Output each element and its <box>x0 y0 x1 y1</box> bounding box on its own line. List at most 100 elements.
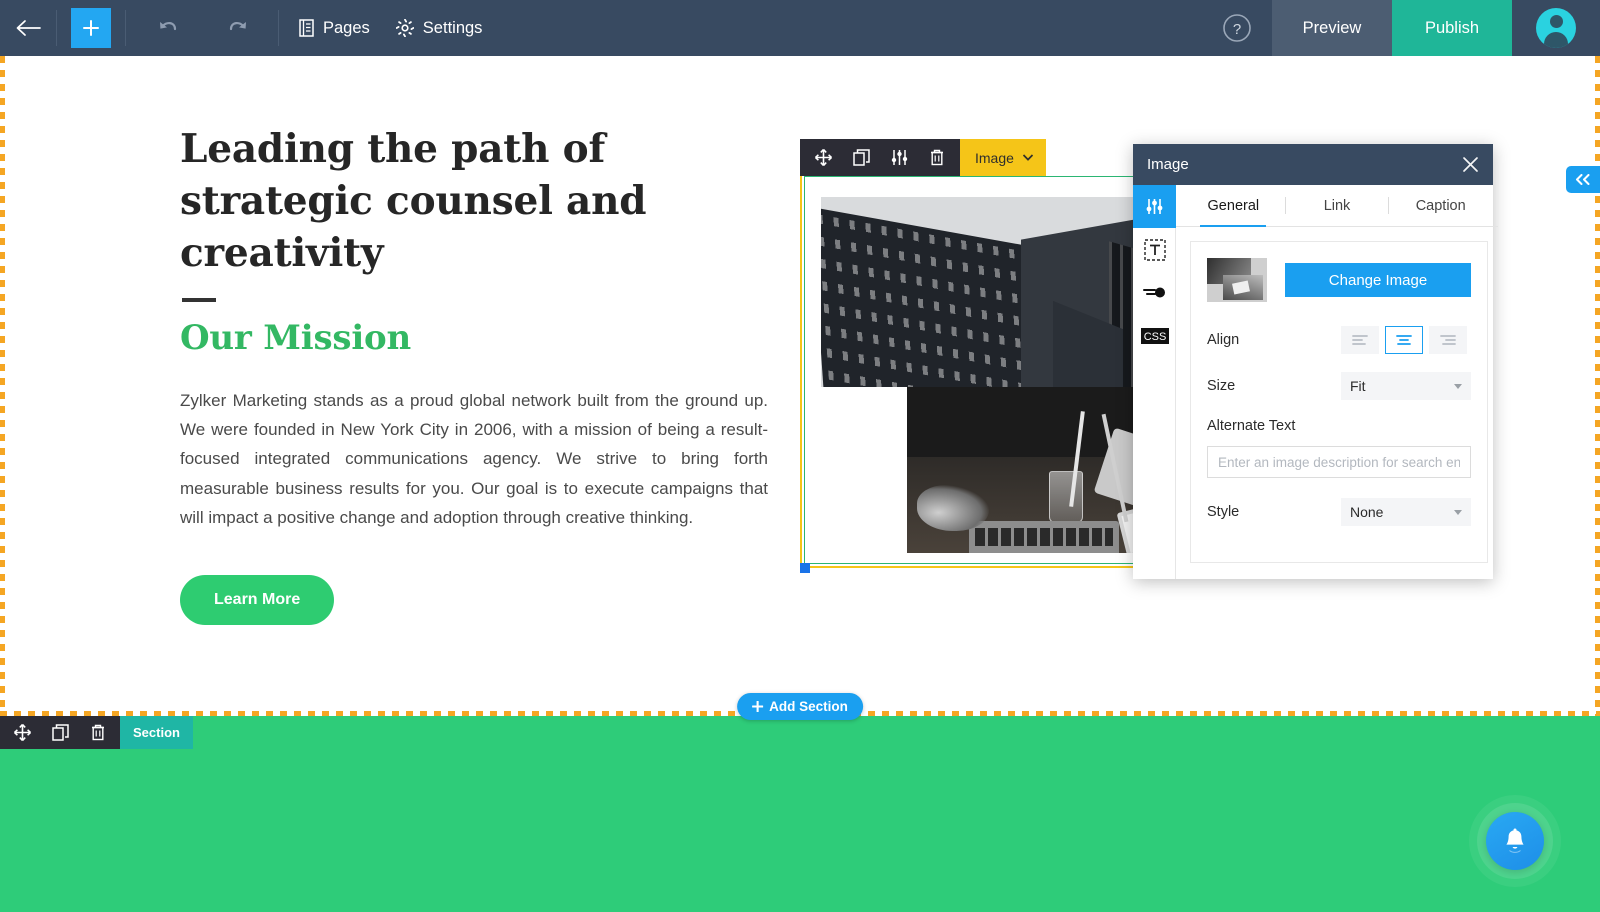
align-right-button[interactable] <box>1429 326 1467 354</box>
publish-button[interactable]: Publish <box>1392 0 1512 56</box>
panel-tabs: General Link Caption <box>1176 185 1498 227</box>
align-center-button[interactable] <box>1385 326 1423 354</box>
undo-button[interactable] <box>146 18 190 38</box>
rail-css-button[interactable]: CSS <box>1133 314 1176 357</box>
tab-caption[interactable]: Caption <box>1389 185 1492 226</box>
change-image-button[interactable]: Change Image <box>1285 263 1471 297</box>
top-toolbar: Pages Settings ? Preview Publish <box>0 0 1600 56</box>
rail-properties-button[interactable] <box>1133 185 1176 228</box>
image-delete-button[interactable] <box>918 139 956 176</box>
chevron-down-icon <box>1022 154 1033 161</box>
sliders-icon <box>1145 197 1164 216</box>
help-button[interactable]: ? <box>1202 0 1272 56</box>
arrow-left-icon <box>15 18 41 38</box>
redo-icon <box>227 18 249 38</box>
style-label: Style <box>1207 504 1240 520</box>
add-section-button[interactable]: Add Section <box>737 693 863 720</box>
settings-menu-button[interactable]: Settings <box>395 19 482 38</box>
section-toolbar: Section <box>0 716 193 749</box>
text-box-icon <box>1143 238 1166 261</box>
align-label: Align <box>1207 332 1240 348</box>
section-duplicate-button[interactable] <box>41 716 79 749</box>
align-button-group <box>1341 326 1467 354</box>
account-avatar-button[interactable] <box>1512 0 1600 56</box>
plus-icon <box>752 701 764 712</box>
align-left-icon <box>1352 334 1368 346</box>
alternate-text-input[interactable] <box>1207 446 1471 478</box>
image-resize-handle[interactable] <box>800 563 810 573</box>
panel-header: Image <box>1133 144 1493 185</box>
image-thumbnail-row: Change Image <box>1207 258 1471 302</box>
duplicate-icon <box>51 724 69 741</box>
move-icon <box>814 149 832 166</box>
animation-icon <box>1142 285 1167 301</box>
hero-divider-rule <box>182 297 216 302</box>
add-element-button[interactable] <box>71 8 111 48</box>
image-toolbar-icons <box>800 139 960 176</box>
section-move-button[interactable] <box>3 716 41 749</box>
image-settings-button[interactable] <box>880 139 918 176</box>
canvas-edge-right <box>1595 56 1600 716</box>
section-toolbar-icons <box>0 716 120 749</box>
pages-menu-button[interactable]: Pages <box>299 19 370 38</box>
panel-body: CSS General Link Caption Change Image Al… <box>1133 185 1498 579</box>
image-move-button[interactable] <box>804 139 842 176</box>
style-value: None <box>1350 504 1384 520</box>
chevron-down-icon <box>1454 384 1462 389</box>
canvas-edge-left <box>0 56 5 716</box>
style-select[interactable]: None <box>1341 498 1471 526</box>
section-delete-button[interactable] <box>79 716 117 749</box>
section-tag-label: Section <box>133 725 180 740</box>
double-chevron-left-icon <box>1575 174 1591 185</box>
panel-main: General Link Caption Change Image Align … <box>1176 185 1498 579</box>
style-row: Style None <box>1207 498 1471 526</box>
panel-general-content: Change Image Align Size Fit Alternate Te… <box>1190 241 1488 563</box>
section-tag[interactable]: Section <box>120 716 193 749</box>
image-thumbnail[interactable] <box>1207 258 1267 302</box>
size-label: Size <box>1207 378 1236 394</box>
toolbar-history-group <box>126 0 260 56</box>
size-row: Size Fit <box>1207 372 1471 400</box>
tab-general[interactable]: General <box>1182 185 1285 227</box>
pages-icon <box>299 19 314 37</box>
practices-section[interactable]: Practices <box>0 716 1600 912</box>
image-element-tag[interactable]: Image <box>960 139 1046 176</box>
chevron-down-icon <box>1454 510 1462 515</box>
user-avatar-icon <box>1536 8 1576 48</box>
notification-button[interactable] <box>1486 812 1544 870</box>
alternate-text-label: Alternate Text <box>1207 418 1296 434</box>
close-icon[interactable] <box>1462 156 1479 173</box>
hero-subheading: Our Mission <box>180 317 412 358</box>
redo-button[interactable] <box>216 18 260 38</box>
learn-more-button[interactable]: Learn More <box>180 574 335 625</box>
sliders-icon <box>891 149 908 166</box>
size-value: Fit <box>1350 378 1366 394</box>
align-right-icon <box>1440 334 1456 346</box>
undo-icon <box>157 18 179 38</box>
rail-text-button[interactable] <box>1133 228 1176 271</box>
preview-label: Preview <box>1302 18 1362 37</box>
hero-heading: Leading the path of strategic counsel an… <box>180 126 647 276</box>
hero-text-block[interactable]: Leading the path of strategic counsel an… <box>180 124 770 625</box>
panel-title: Image <box>1147 156 1189 173</box>
preview-button[interactable]: Preview <box>1272 0 1392 56</box>
image-duplicate-button[interactable] <box>842 139 880 176</box>
plus-icon <box>81 18 101 38</box>
duplicate-icon <box>852 149 870 166</box>
hero-paragraph: Zylker Marketing stands as a proud globa… <box>180 390 768 528</box>
image-settings-panel[interactable]: Image CSS General Link Caption Change Im… <box>1133 144 1498 579</box>
panel-icon-rail: CSS <box>1133 185 1176 579</box>
svg-text:CSS: CSS <box>1143 331 1166 343</box>
publish-label: Publish <box>1424 18 1480 37</box>
tab-link[interactable]: Link <box>1286 185 1389 226</box>
align-left-button[interactable] <box>1341 326 1379 354</box>
move-icon <box>13 724 31 741</box>
size-select[interactable]: Fit <box>1341 372 1471 400</box>
panel-collapse-tab[interactable] <box>1566 166 1600 193</box>
back-button[interactable] <box>0 0 56 56</box>
align-center-icon <box>1396 334 1412 346</box>
image-tag-label: Image <box>975 149 1014 166</box>
trash-icon <box>90 724 106 741</box>
rail-animation-button[interactable] <box>1133 271 1176 314</box>
bell-icon <box>1502 828 1528 855</box>
